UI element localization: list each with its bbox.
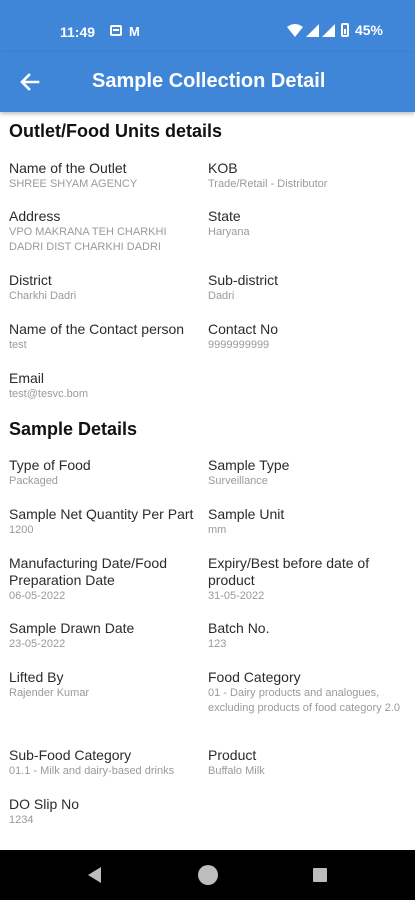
field-district: District Charkhi Dadri (9, 272, 204, 304)
field-label: Product (208, 747, 257, 763)
wifi-icon (286, 23, 303, 37)
notification-icon (110, 25, 122, 36)
field-value: 123 (208, 638, 227, 650)
field-label: Manufacturing Date/Food Preparation Date (9, 555, 167, 588)
field-net-quantity: Sample Net Quantity Per Part 1200 (9, 506, 207, 538)
battery-icon (340, 23, 349, 37)
field-value: 23-05-2022 (9, 638, 66, 650)
field-value: VPO MAKRANA TEH CHARKHI DADRI DIST CHARK… (9, 226, 167, 253)
field-value: 1200 (9, 524, 34, 536)
field-label: Type of Food (9, 457, 91, 473)
field-value: test (9, 339, 27, 351)
back-arrow-icon[interactable] (16, 68, 44, 96)
field-label: Name of the Contact person (9, 321, 185, 337)
app-bar: Sample Collection Detail (0, 52, 415, 112)
detail-content[interactable]: Outlet/Food Units details Name of the Ou… (0, 112, 415, 850)
field-label: Sample Net Quantity Per Part (9, 506, 194, 522)
field-food-category: Food Category 01 - Dairy products and an… (208, 669, 408, 716)
field-label: Email (9, 370, 45, 386)
nav-recents-icon[interactable] (313, 868, 327, 882)
field-label: Name of the Outlet (9, 160, 127, 176)
field-label: State (208, 208, 241, 224)
field-sample-type: Sample Type Surveillance (208, 457, 403, 489)
field-state: State Haryana (208, 208, 403, 240)
field-label: KOB (208, 160, 238, 176)
field-value: 01 - Dairy products and analogues, exclu… (208, 687, 401, 714)
status-bar: 11:49 M 45% (0, 0, 415, 52)
field-product: Product Buffalo Milk (208, 747, 403, 779)
field-contact-no: Contact No 9999999999 (208, 321, 403, 353)
sample-section-title: Sample Details (9, 419, 138, 439)
nav-back-icon[interactable] (88, 867, 101, 883)
battery-percent: 45% (354, 22, 383, 38)
mail-icon: M (129, 24, 140, 39)
field-label: Expiry/Best before date of product (208, 555, 370, 588)
field-value: Dadri (208, 290, 235, 302)
field-value: Trade/Retail - Distributor (208, 178, 328, 190)
status-indicators: 45% (286, 22, 383, 38)
field-label: Sample Type (208, 457, 290, 473)
field-label: Sub-district (208, 272, 279, 288)
field-value: Charkhi Dadri (9, 290, 77, 302)
field-expiry-date: Expiry/Best before date of product 31-05… (208, 555, 393, 604)
page-title: Sample Collection Detail (92, 70, 326, 92)
field-value: Buffalo Milk (208, 765, 265, 777)
field-contact-person: Name of the Contact person test (9, 321, 204, 353)
field-value: 1234 (9, 814, 34, 826)
field-label: Sample Unit (208, 506, 285, 522)
field-value: Haryana (208, 226, 250, 238)
field-label: District (9, 272, 52, 288)
field-label: Address (9, 208, 61, 224)
system-nav-bar (0, 850, 415, 900)
nav-home-icon[interactable] (198, 865, 218, 885)
field-value: 31-05-2022 (208, 590, 265, 602)
field-outlet-name: Name of the Outlet SHREE SHYAM AGENCY (9, 160, 204, 192)
field-value: SHREE SHYAM AGENCY (9, 178, 138, 190)
field-label: Batch No. (208, 620, 270, 636)
field-label: Sub-Food Category (9, 747, 132, 763)
field-value: 9999999999 (208, 339, 270, 351)
field-batch-no: Batch No. 123 (208, 620, 403, 652)
field-email: Email test@tesvc.bom (9, 370, 204, 402)
signal-icon (305, 23, 319, 37)
field-label: Lifted By (9, 669, 64, 685)
field-sub-district: Sub-district Dadri (208, 272, 403, 304)
field-value: test@tesvc.bom (9, 388, 89, 400)
field-manufacturing-date: Manufacturing Date/Food Preparation Date… (9, 555, 194, 604)
field-drawn-date: Sample Drawn Date 23-05-2022 (9, 620, 204, 652)
field-label: Contact No (208, 321, 279, 337)
field-lifted-by: Lifted By Rajender Kumar (9, 669, 204, 701)
field-value: 06-05-2022 (9, 590, 66, 602)
outlet-section-title: Outlet/Food Units details (9, 121, 223, 141)
field-sub-food-category: Sub-Food Category 01.1 - Milk and dairy-… (9, 747, 204, 779)
field-address: Address VPO MAKRANA TEH CHARKHI DADRI DI… (9, 208, 189, 255)
field-label: Food Category (208, 669, 301, 685)
field-label: DO Slip No (9, 796, 80, 812)
field-sample-unit: Sample Unit mm (208, 506, 403, 538)
field-value: Surveillance (208, 475, 268, 487)
status-time: 11:49 (60, 24, 96, 40)
field-value: Rajender Kumar (9, 687, 90, 699)
field-do-slip-no: DO Slip No 1234 (9, 796, 204, 828)
field-kob: KOB Trade/Retail - Distributor (208, 160, 403, 192)
field-label: Sample Drawn Date (9, 620, 135, 636)
signal-icon-2 (321, 23, 335, 37)
field-value: 01.1 - Milk and dairy-based drinks (9, 765, 175, 777)
field-type-of-food: Type of Food Packaged (9, 457, 204, 489)
field-value: Packaged (9, 475, 58, 487)
field-value: mm (208, 524, 227, 536)
